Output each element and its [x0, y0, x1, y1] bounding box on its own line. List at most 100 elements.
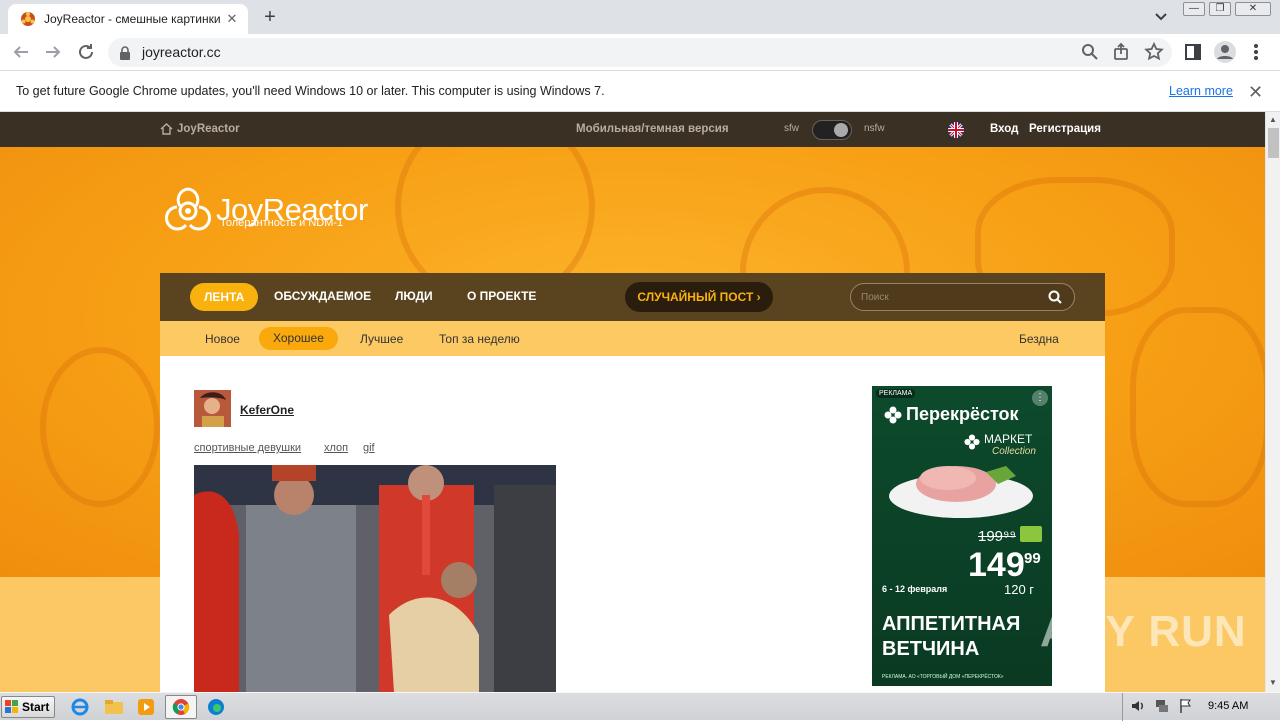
uk-flag-icon[interactable] — [948, 122, 964, 138]
nav-people-tab[interactable]: ЛЮДИ — [395, 289, 433, 303]
site-home-link[interactable]: JoyReactor — [160, 123, 240, 135]
post-gif-image[interactable] — [194, 465, 556, 692]
author-name-link[interactable]: KeferOne — [240, 403, 294, 417]
ad-brand: Перекрёсток — [906, 404, 1019, 424]
back-arrow-icon[interactable] — [9, 40, 33, 64]
action-center-flag-icon[interactable] — [1177, 697, 1199, 717]
search-input[interactable] — [861, 290, 1031, 304]
browser-toolbar: joyreactor.cc — [0, 34, 1280, 71]
edge-icon[interactable] — [205, 697, 227, 717]
zoom-search-icon[interactable] — [1078, 40, 1102, 64]
maximize-button[interactable]: ❐ — [1209, 2, 1231, 16]
search-icon[interactable] — [1048, 290, 1062, 304]
sub-abyss-tab[interactable]: Бездна — [1019, 332, 1059, 346]
chrome-taskbar-button[interactable] — [165, 695, 197, 719]
sub-navigation: Новое Хорошее Лучшее Топ за неделю Бездн… — [160, 321, 1105, 356]
network-icon[interactable] — [1153, 697, 1175, 717]
main-navigation: ЛЕНТА ОБСУЖДАЕМОЕ ЛЮДИ О ПРОЕКТЕ СЛУЧАЙН… — [160, 273, 1105, 321]
home-icon — [160, 123, 173, 135]
infobar-message: To get future Google Chrome updates, you… — [16, 84, 605, 98]
tab-search-chevron-icon[interactable] — [1152, 9, 1170, 25]
nav-discussed-tab[interactable]: ОБСУЖДАЕМОЕ — [274, 289, 371, 303]
nav-feed-tab[interactable]: ЛЕНТА — [190, 283, 259, 311]
update-infobar: To get future Google Chrome updates, you… — [0, 71, 1280, 112]
ad-fine-print: РЕКЛАМА. АО «ТОРГОВЫЙ ДОМ «ПЕРЕКРЁСТОК» — [882, 674, 1004, 680]
start-button[interactable]: Start — [1, 696, 55, 718]
windows-taskbar: Start 9:45 AM — [0, 692, 1280, 721]
random-post-button[interactable]: СЛУЧАЙНЫЙ ПОСТ › — [625, 282, 773, 312]
site-home-label: JoyReactor — [177, 123, 240, 135]
ad-dates: 6 - 12 февраля — [882, 584, 948, 594]
page-viewport: JoyReactor Мобильная/темная версия sfw n… — [0, 112, 1265, 692]
clover-logo-icon — [884, 406, 902, 424]
ad-weight: 120 г — [1004, 582, 1035, 597]
system-tray — [1122, 693, 1280, 721]
learn-more-link[interactable]: Learn more — [1169, 84, 1233, 98]
ad-market: МАРКЕТ — [984, 432, 1033, 446]
nav-about-tab[interactable]: О ПРОЕКТЕ — [467, 289, 536, 303]
site-logo[interactable]: JoyReactor Толерантность и NDM-1 — [160, 184, 368, 236]
ad-headline: АППЕТИТНАЯ ВЕТЧИНА — [882, 612, 1020, 662]
tag-link[interactable]: спортивные девушки — [194, 442, 301, 454]
discount-tag-icon — [1020, 526, 1042, 542]
site-top-strip: JoyReactor Мобильная/темная версия sfw n… — [0, 112, 1265, 147]
ad-price: 149 — [968, 546, 1025, 584]
taskbar-clock[interactable]: 9:45 AM — [1208, 700, 1248, 712]
address-bar[interactable]: joyreactor.cc — [108, 38, 1172, 67]
media-player-icon[interactable] — [135, 697, 157, 717]
author-avatar[interactable] — [194, 390, 231, 427]
side-panel-icon[interactable] — [1181, 40, 1205, 64]
browser-tab[interactable]: JoyReactor - смешные картинки и ✕ — [8, 4, 248, 34]
sub-good-tab[interactable]: Хорошее — [259, 327, 338, 350]
sfw-nsfw-toggle[interactable] — [812, 120, 852, 140]
sub-top-week-tab[interactable]: Топ за неделю — [439, 332, 520, 346]
toggle-knob — [834, 123, 848, 137]
ad-old-price: 199⁹⁹ — [978, 528, 1016, 545]
tag-link[interactable]: хлоп — [324, 442, 348, 454]
scroll-down-icon[interactable]: ▼ — [1269, 678, 1277, 687]
share-icon[interactable] — [1110, 40, 1134, 64]
sub-new-tab[interactable]: Новое — [205, 332, 240, 346]
forward-arrow-icon[interactable] — [41, 40, 65, 64]
sfw-label: sfw — [784, 123, 799, 134]
profile-avatar-icon[interactable] — [1213, 40, 1237, 64]
anyrun-watermark: ANY RUN — [1040, 607, 1247, 656]
scroll-up-icon[interactable]: ▲ — [1269, 115, 1277, 124]
browser-tab-strip: JoyReactor - смешные картинки и ✕ + — ❐ … — [0, 0, 1280, 34]
infobar-close-icon[interactable]: ✕ — [1248, 82, 1263, 103]
windows-logo-icon — [5, 700, 19, 714]
login-link[interactable]: Вход — [990, 123, 1018, 135]
market-clover-icon — [964, 434, 980, 450]
new-tab-button[interactable]: + — [259, 7, 281, 29]
tab-close-icon[interactable]: ✕ — [224, 11, 240, 27]
ad-price-cents: 99 — [1024, 550, 1041, 567]
advertisement-banner[interactable]: РЕКЛАМА ⋮ Перекрёсток МАРКЕТ Collection … — [872, 386, 1052, 686]
reload-icon[interactable] — [74, 40, 98, 64]
file-explorer-icon[interactable] — [103, 697, 125, 717]
ad-headline-line: ВЕТЧИНА — [882, 638, 980, 660]
internet-explorer-icon[interactable] — [69, 697, 91, 717]
ad-menu-icon[interactable]: ⋮ — [1032, 390, 1048, 406]
bookmark-star-icon[interactable] — [1142, 40, 1166, 64]
mobile-version-link[interactable]: Мобильная/темная версия — [576, 123, 729, 135]
close-window-button[interactable]: ✕ — [1235, 2, 1271, 16]
sub-best-tab[interactable]: Лучшее — [360, 332, 403, 346]
tab-title: JoyReactor - смешные картинки и — [44, 12, 224, 26]
lock-icon[interactable] — [119, 46, 131, 60]
tag-link[interactable]: gif — [363, 442, 375, 454]
chrome-icon — [172, 698, 190, 716]
ad-headline-line: АППЕТИТНАЯ — [882, 613, 1021, 635]
browser-menu-icon[interactable] — [1244, 40, 1268, 64]
content-area: KeferOne спортивные девушки хлоп gif РЕК… — [160, 356, 1105, 692]
nsfw-label: nsfw — [864, 123, 885, 134]
page-scrollbar[interactable]: ▲ ▼ — [1265, 112, 1280, 692]
register-link[interactable]: Регистрация — [1029, 123, 1101, 135]
volume-icon[interactable] — [1129, 697, 1151, 717]
biohazard-icon — [160, 184, 216, 236]
minimize-button[interactable]: — — [1183, 2, 1205, 16]
url-text[interactable]: joyreactor.cc — [142, 44, 221, 60]
search-box[interactable] — [850, 283, 1075, 311]
scroll-thumb[interactable] — [1268, 128, 1279, 158]
ad-label: РЕКЛАМА — [876, 389, 916, 398]
start-label: Start — [22, 700, 50, 714]
